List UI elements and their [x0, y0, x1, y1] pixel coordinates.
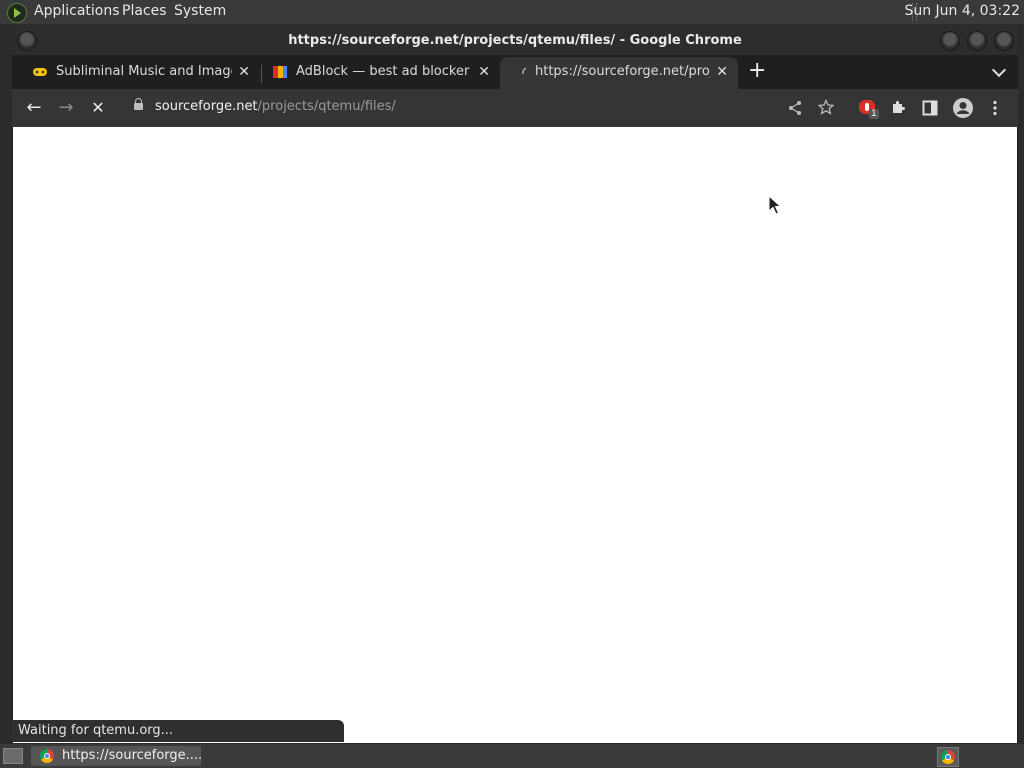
tab-subliminal[interactable]: Subliminal Music and Images ( ✕ — [12, 57, 260, 89]
bottom-panel: https://sourceforge.... — [0, 744, 1024, 768]
gnome-menu-icon[interactable] — [7, 3, 27, 23]
tab-title: AdBlock — best ad blocker - C — [296, 64, 472, 79]
profile-avatar-icon[interactable] — [952, 97, 974, 119]
side-panel-icon[interactable] — [922, 100, 938, 116]
status-bubble: Waiting for qtemu.org... — [12, 720, 344, 742]
chrome-icon — [40, 749, 54, 763]
back-button[interactable]: ← — [20, 89, 48, 127]
taskbar-chrome-window[interactable]: https://sourceforge.... — [31, 746, 203, 766]
address-bar[interactable]: sourceforge.net/projects/qtemu/files/ — [124, 94, 784, 122]
close-window-button[interactable] — [994, 31, 1014, 51]
adblock-icon — [273, 66, 287, 78]
gamepad-icon — [33, 68, 47, 76]
url-text[interactable]: sourceforge.net/projects/qtemu/files/ — [155, 99, 396, 114]
applications-menu[interactable]: Applications — [34, 3, 120, 19]
top-panel: Applications Places System Sun Jun 4, 03… — [0, 0, 1024, 24]
minimize-button[interactable] — [940, 31, 960, 51]
window-title: https://sourceforge.net/projects/qtemu/f… — [288, 33, 742, 48]
tab-strip: Subliminal Music and Images ( ✕ AdBlock … — [12, 55, 1018, 89]
tab-title: https://sourceforge.net/project — [535, 64, 710, 79]
system-menu[interactable]: System — [174, 3, 226, 19]
places-menu[interactable]: Places — [122, 3, 167, 19]
tab-title: Subliminal Music and Images ( — [56, 64, 232, 79]
chrome-menu-icon[interactable] — [992, 100, 998, 116]
page-content[interactable] — [13, 127, 1017, 743]
extension-badge: 1 — [869, 109, 879, 119]
tab-sourceforge[interactable]: https://sourceforge.net/project ✕ — [500, 57, 738, 89]
extensions-puzzle-icon[interactable] — [890, 99, 906, 115]
share-icon[interactable] — [787, 100, 803, 116]
tab-adblock[interactable]: AdBlock — best ad blocker - C ✕ — [252, 57, 500, 89]
forward-button[interactable]: → — [52, 89, 80, 127]
mouse-cursor-icon — [768, 195, 782, 215]
tab-close-icon[interactable]: ✕ — [478, 57, 490, 87]
lock-icon[interactable] — [134, 98, 143, 110]
new-tab-button[interactable]: + — [748, 57, 766, 85]
tab-close-icon[interactable]: ✕ — [716, 57, 728, 87]
show-desktop-icon[interactable] — [3, 748, 23, 764]
tab-close-icon[interactable]: ✕ — [238, 57, 250, 87]
workspace-switcher[interactable] — [937, 747, 959, 767]
toolbar: ← → ✕ sourceforge.net/projects/qtemu/fil… — [12, 89, 1018, 127]
chrome-icon — [941, 750, 955, 764]
window-titlebar[interactable]: https://sourceforge.net/projects/qtemu/f… — [12, 25, 1018, 55]
loading-icon — [522, 67, 527, 75]
maximize-button[interactable] — [967, 31, 987, 51]
bookmark-star-icon[interactable] — [818, 99, 834, 115]
browser-window: https://sourceforge.net/projects/qtemu/f… — [12, 25, 1018, 743]
taskbar-window-label: https://sourceforge.... — [62, 748, 203, 763]
adblock-extension-icon[interactable]: 1 — [858, 98, 879, 119]
window-menu-button[interactable] — [17, 31, 37, 51]
stop-button[interactable]: ✕ — [84, 89, 112, 127]
clock[interactable]: Sun Jun 4, 03:22 — [904, 3, 1020, 19]
